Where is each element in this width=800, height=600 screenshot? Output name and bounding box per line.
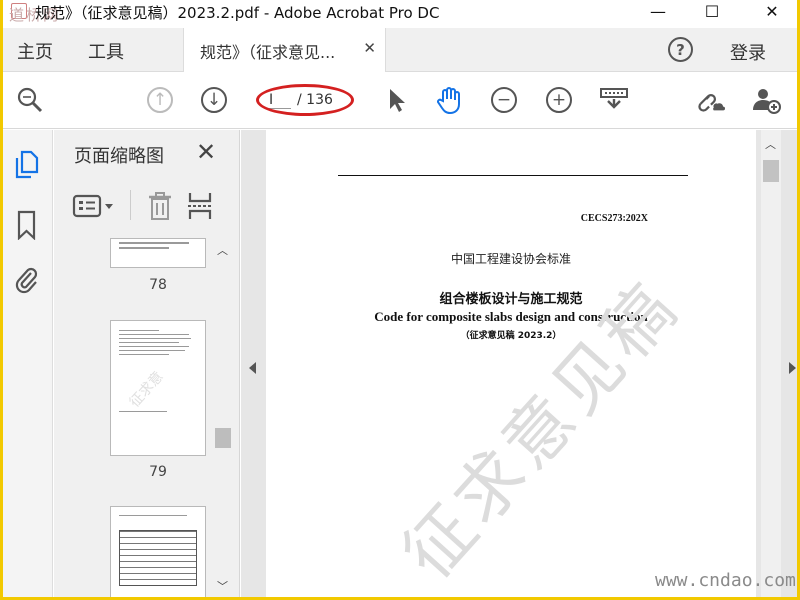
document-title-chinese: 组合楼板设计与施工规范 [439,292,583,307]
expand-right-panel-icon[interactable] [789,362,796,374]
thumbnail-options-icon[interactable] [72,192,118,224]
page-top-rule [338,175,688,176]
menu-bar: 主页 工具 规范》（征求意见... ✕ ? 登录 [3,28,797,72]
thumbnail-page[interactable] [110,238,206,268]
thumbnail-table [119,530,197,586]
window-title: 规范》（征求意见稿）2023.2.pdf - Adobe Acrobat Pro… [35,4,440,22]
toolbar: ↑ ↓ I / 136 − + [3,72,797,129]
maximize-button[interactable]: ☐ [689,0,735,22]
scrollbar-thumb[interactable] [763,160,779,182]
title-bar: 道桥网 规范》（征求意见稿）2023.2.pdf - Adobe Acrobat… [3,0,797,28]
zoom-out-icon[interactable]: − [489,85,519,115]
previous-page-icon[interactable]: ↑ [145,85,175,115]
scroll-up-icon[interactable]: ︿ [765,136,776,152]
document-tab[interactable]: 规范》（征求意见... ✕ [183,28,386,72]
sign-in-button[interactable]: 登录 [730,39,766,65]
standard-code: CECS273:202X [580,213,648,224]
hand-tool-icon[interactable] [435,85,465,115]
insert-page-icon[interactable] [186,191,214,225]
thumbnails-panel: 页面缩略图 ✕ 78 征求意 79 ︿ ﹀ [54,130,240,597]
organization-name: 中国工程建设协会标准 [450,252,571,266]
thumbnail-list: 78 征求意 79 [54,238,214,597]
thumbnails-panel-title: 页面缩略图 [74,146,164,167]
thumbnail-tools [72,190,222,222]
document-tab-close-icon[interactable]: ✕ [363,39,376,57]
zoom-search-icon[interactable] [15,85,45,115]
thumbnail-page-number: 79 [149,464,167,480]
thumbnail-page[interactable] [110,506,206,597]
document-scrollbar[interactable]: ︿ [761,130,781,597]
delete-page-icon[interactable] [146,191,174,225]
collapse-left-panel-icon[interactable] [249,362,256,374]
navigation-pane [3,130,53,597]
close-window-button[interactable]: ✕ [749,0,795,22]
annotation-ring [256,84,354,116]
share-link-icon[interactable] [695,85,725,115]
scrollbar-thumb[interactable] [215,428,231,448]
tools-tab[interactable]: 工具 [88,38,124,64]
page-thumbnails-icon[interactable] [14,150,40,180]
help-icon[interactable]: ? [668,37,693,62]
page-display-icon[interactable] [599,85,629,115]
document-view[interactable]: CECS273:202X 中国工程建设协会标准 组合楼板设计与施工规范 Code… [241,130,797,597]
select-cursor-icon[interactable] [381,85,411,115]
scroll-up-icon[interactable]: ︿ [217,242,228,258]
scroll-down-icon[interactable]: ﹀ [217,578,228,594]
thumbnail-page[interactable]: 征求意 [110,320,206,456]
thumbnail-page-number: 78 [149,277,167,293]
document-tab-label: 规范》（征求意见... [200,43,336,62]
pdf-page: CECS273:202X 中国工程建设协会标准 组合楼板设计与施工规范 Code… [266,130,756,597]
bookmarks-icon[interactable] [14,210,40,241]
thumbnail-scrollbar[interactable]: ︿ ﹀ [213,238,233,597]
site-url-watermark: www.cndao.com [655,570,796,591]
toolbar-divider [130,190,131,220]
attachments-icon[interactable] [14,264,40,294]
acrobat-window: 道桥网 规范》（征求意见稿）2023.2.pdf - Adobe Acrobat… [3,0,797,597]
thumbnail-stamp: 征求意 [126,368,167,411]
home-tab[interactable]: 主页 [17,38,53,64]
close-panel-icon[interactable]: ✕ [196,138,216,166]
add-user-icon[interactable] [751,85,781,115]
next-page-icon[interactable]: ↓ [199,85,229,115]
zoom-in-icon[interactable]: + [544,85,574,115]
minimize-button[interactable]: — [635,0,681,22]
